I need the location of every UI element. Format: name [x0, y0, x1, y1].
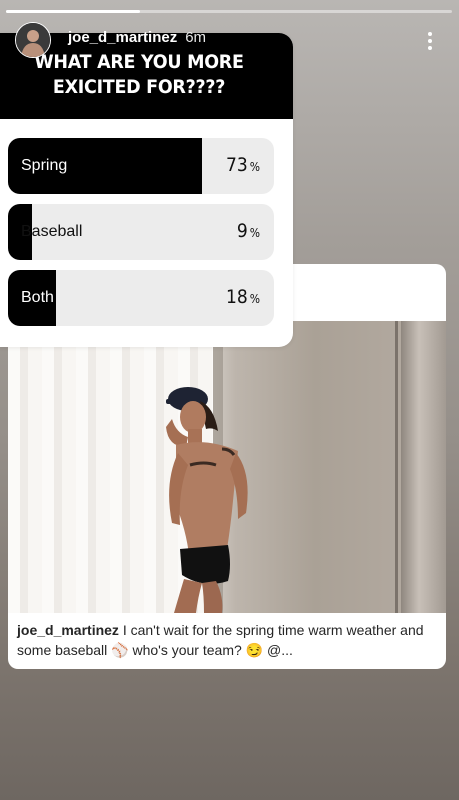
- poll-option-both[interactable]: Both 18%: [8, 270, 274, 326]
- poll-option-label: Spring: [21, 157, 68, 174]
- story-progress-bar: [6, 10, 452, 13]
- percent-value: 18: [225, 286, 248, 308]
- story-username[interactable]: joe_d_martinez: [68, 29, 177, 46]
- person-figure: [166, 387, 248, 613]
- poll-option-spring[interactable]: Spring 73%: [8, 138, 274, 194]
- poll-sticker: WHAT ARE YOU MORE EXICITED FOR???? Sprin…: [0, 33, 293, 347]
- caption-username[interactable]: joe_d_martinez: [17, 622, 119, 638]
- post-caption: joe_d_martinez I can't wait for the spri…: [17, 620, 437, 660]
- more-vertical-icon: [428, 32, 432, 36]
- poll-option-percent: 18%: [226, 286, 260, 308]
- more-dot: [428, 46, 432, 50]
- percent-sign: %: [249, 226, 260, 240]
- poll-option-label: Both: [21, 289, 54, 306]
- poll-option-baseball[interactable]: Baseball 9%: [8, 204, 274, 260]
- photo-curtain-right: [401, 321, 446, 613]
- post-photo[interactable]: [8, 321, 446, 613]
- photo-door: [395, 321, 398, 613]
- percent-sign: %: [249, 292, 260, 306]
- story-user-header[interactable]: joe_d_martinez 6m: [15, 22, 206, 58]
- percent-sign: %: [249, 160, 260, 174]
- poll-option-percent: 9%: [237, 220, 260, 242]
- more-options-button[interactable]: [422, 32, 438, 54]
- percent-value: 73: [225, 154, 248, 176]
- poll-option-percent: 73%: [226, 154, 260, 176]
- avatar[interactable]: [15, 22, 51, 58]
- avatar-image: [16, 23, 50, 57]
- poll-option-label: Baseball: [21, 223, 83, 240]
- story-progress-fill: [6, 10, 140, 13]
- more-dot: [428, 39, 432, 43]
- percent-value: 9: [236, 220, 248, 242]
- story-timestamp: 6m: [185, 28, 207, 46]
